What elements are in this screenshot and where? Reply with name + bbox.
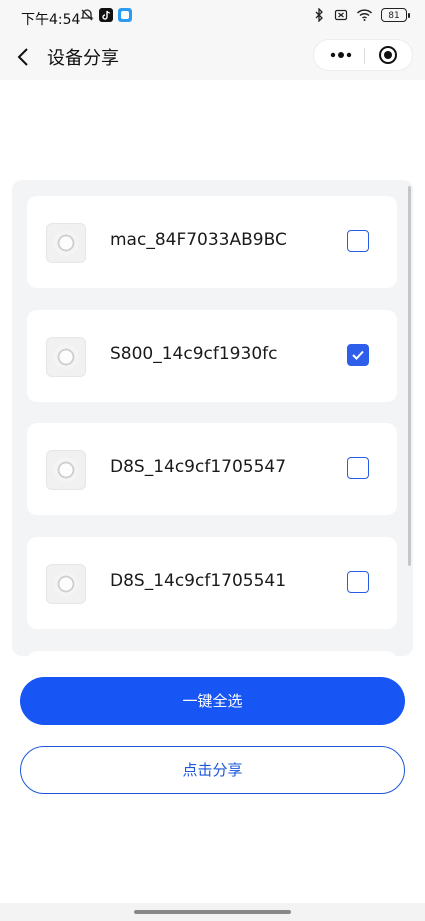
mini-program-capsule xyxy=(313,39,413,71)
device-name: S800_14c9cf1930fc xyxy=(110,344,278,364)
device-checkbox[interactable] xyxy=(347,457,369,479)
device-card[interactable]: S800_14c9cf1930fc xyxy=(27,310,397,402)
no-sim-icon xyxy=(334,9,348,21)
device-card[interactable]: D8S_14c9cf1705541 xyxy=(27,537,397,629)
device-card-partial[interactable] xyxy=(27,651,397,656)
status-left-icons xyxy=(80,8,132,22)
app-icon xyxy=(118,8,132,22)
device-thumbnail xyxy=(46,564,86,604)
device-list-panel[interactable]: mac_84F7033AB9BC S800_14c9cf1930fc D8S_1… xyxy=(12,180,413,656)
scrollbar[interactable] xyxy=(408,186,411,566)
bluetooth-icon xyxy=(315,8,323,22)
home-indicator[interactable] xyxy=(134,910,291,914)
page-title: 设备分享 xyxy=(47,48,119,69)
mute-alarm-icon xyxy=(80,9,94,21)
device-card[interactable]: mac_84F7033AB9BC xyxy=(27,196,397,288)
device-name: mac_84F7033AB9BC xyxy=(110,230,287,250)
share-button[interactable]: 点击分享 xyxy=(20,746,405,794)
device-thumbnail xyxy=(46,223,86,263)
tiktok-icon xyxy=(99,8,113,22)
select-all-button[interactable]: 一键全选 xyxy=(20,677,405,725)
nav-bar: 设备分享 xyxy=(0,34,425,80)
capsule-divider xyxy=(364,48,365,64)
more-dots-icon[interactable] xyxy=(330,48,352,62)
chevron-left-icon[interactable] xyxy=(12,45,36,69)
device-card[interactable]: D8S_14c9cf1705547 xyxy=(27,423,397,515)
status-time: 下午4:54 xyxy=(21,12,81,28)
status-bar: 下午4:54 81 xyxy=(0,0,425,34)
device-thumbnail xyxy=(46,337,86,377)
device-name: D8S_14c9cf1705541 xyxy=(110,571,287,591)
target-close-icon[interactable] xyxy=(378,45,398,65)
device-name: D8S_14c9cf1705547 xyxy=(110,457,287,477)
device-checkbox[interactable] xyxy=(347,344,369,366)
status-right-icons: 81 xyxy=(312,8,410,22)
battery-icon: 81 xyxy=(381,8,410,22)
device-checkbox[interactable] xyxy=(347,230,369,252)
check-icon xyxy=(352,350,364,360)
device-thumbnail xyxy=(46,450,86,490)
device-checkbox[interactable] xyxy=(347,571,369,593)
wifi-icon xyxy=(356,9,373,21)
